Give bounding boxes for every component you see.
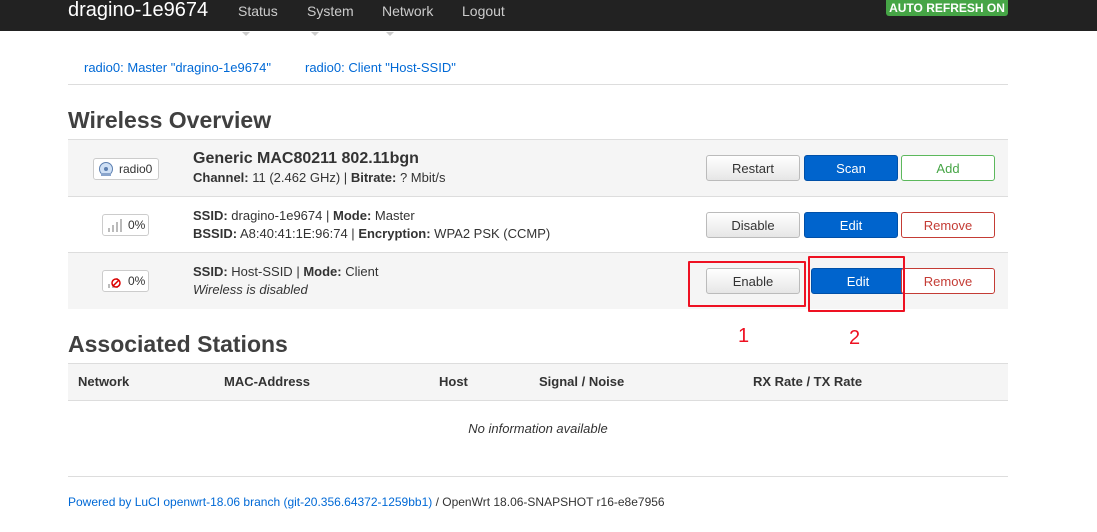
associated-stations-title: Associated Stations — [68, 331, 288, 357]
network-row-master: 0% SSID: dragino-1e9674 | Mode: Master B… — [68, 196, 1008, 253]
wireless-device-icon — [99, 162, 113, 176]
separator: | — [296, 264, 300, 279]
network-row-client: 0% SSID: Host-SSID | Mode: Client Wirele… — [68, 252, 1008, 312]
encryption-value: WPA2 PSK (CCMP) — [434, 226, 551, 241]
stations-table-body: No information available — [68, 400, 1008, 477]
bssid-value: A8:40:41:1E:96:74 — [239, 226, 348, 241]
menu-system-label: System — [307, 3, 354, 19]
col-mac-address: MAC-Address — [224, 374, 310, 389]
menu-network[interactable]: Network — [382, 0, 433, 44]
luci-link[interactable]: Powered by LuCI openwrt-18.06 branch (gi… — [68, 495, 432, 509]
auto-refresh-badge[interactable]: AUTO REFRESH ON — [886, 0, 1008, 16]
ssid-label: SSID: — [193, 264, 228, 279]
chevron-down-icon — [242, 32, 250, 37]
add-button[interactable]: Add — [901, 155, 995, 181]
footer-version: / OpenWrt 18.06-SNAPSHOT r16-e8e7956 — [432, 495, 665, 509]
wireless-overview-title: Wireless Overview — [68, 107, 272, 133]
menu-network-label: Network — [382, 3, 434, 19]
mode-label: Mode: — [303, 264, 342, 279]
device-row: radio0 Generic MAC80211 802.11bgn Channe… — [68, 139, 1008, 197]
brand-title[interactable]: dragino-1e9674 — [68, 0, 208, 24]
col-host: Host — [439, 374, 468, 389]
annotation-box-2 — [808, 256, 905, 312]
menu-status-label: Status — [238, 3, 278, 19]
separator: | — [326, 208, 330, 223]
bssid-label: BSSID: — [193, 226, 238, 241]
encryption-label: Encryption: — [358, 226, 431, 241]
signal-value: 0% — [128, 274, 146, 288]
ssid-label: SSID: — [193, 208, 228, 223]
channel-label: Channel: — [193, 170, 249, 185]
menu-logout[interactable]: Logout — [462, 0, 505, 22]
tab-master[interactable]: radio0: Master "dragino-1e9674" — [84, 60, 271, 75]
channel-value: 11 (2.462 GHz) — [252, 170, 341, 185]
remove-button[interactable]: Remove — [901, 268, 995, 294]
menu-system[interactable]: System — [307, 0, 354, 44]
separator: | — [351, 226, 355, 241]
annotation-number-2: 2 — [849, 327, 861, 349]
col-signal-noise: Signal / Noise — [539, 374, 625, 389]
annotation-box-1 — [688, 261, 806, 307]
ssid-value: dragino-1e9674 — [231, 208, 323, 223]
restart-button[interactable]: Restart — [706, 155, 800, 181]
device-name: Generic MAC80211 802.11bgn — [193, 150, 419, 167]
signal-badge: 0% — [102, 214, 149, 236]
edit-button[interactable]: Edit — [804, 212, 898, 238]
remove-button[interactable]: Remove — [901, 212, 995, 238]
empty-message: No information available — [468, 421, 608, 436]
footer: Powered by LuCI openwrt-18.06 branch (gi… — [68, 495, 665, 509]
network-info: SSID: dragino-1e9674 | Mode: Master BSSI… — [193, 207, 550, 243]
signal-badge: 0% — [102, 270, 149, 292]
wifi-tabs: radio0: Master "dragino-1e9674" radio0: … — [68, 52, 1008, 85]
ssid-value: Host-SSID — [231, 264, 293, 279]
col-network: Network — [78, 374, 130, 389]
chevron-down-icon — [311, 32, 319, 37]
scan-button[interactable]: Scan — [804, 155, 898, 181]
radio-badge: radio0 — [93, 158, 159, 180]
menu-status[interactable]: Status — [238, 0, 278, 44]
signal-strength-icon — [108, 219, 122, 232]
network-info: SSID: Host-SSID | Mode: Client Wireless … — [193, 263, 379, 299]
device-info: Generic MAC80211 802.11bgn Channel: 11 (… — [193, 149, 445, 187]
top-navbar: dragino-1e9674 Status System Network Log… — [0, 0, 1097, 37]
menu-logout-label: Logout — [462, 3, 505, 19]
signal-disabled-icon — [108, 278, 121, 288]
signal-value: 0% — [128, 218, 146, 232]
chevron-down-icon — [386, 32, 394, 37]
annotation-number-1: 1 — [738, 325, 750, 347]
tab-client[interactable]: radio0: Client "Host-SSID" — [305, 60, 456, 75]
network-status: Wireless is disabled — [193, 282, 308, 297]
disable-button[interactable]: Disable — [706, 212, 800, 238]
mode-value: Master — [374, 208, 415, 223]
col-rx-tx-rate: RX Rate / TX Rate — [753, 374, 863, 389]
mode-label: Mode: — [333, 208, 372, 223]
bitrate-value: ? Mbit/s — [399, 170, 446, 185]
mode-value: Client — [345, 264, 379, 279]
separator: | — [343, 170, 348, 185]
radio-badge-label: radio0 — [119, 162, 153, 176]
stations-table-header: Network MAC-Address Host Signal / Noise … — [68, 363, 1008, 401]
bitrate-label: Bitrate: — [350, 170, 397, 185]
